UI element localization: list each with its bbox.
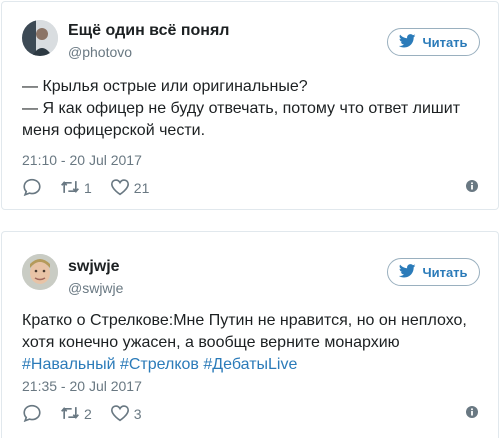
hashtag-link[interactable]: #ДебатыLive <box>203 356 297 373</box>
like-button[interactable]: 21 <box>110 178 150 199</box>
info-button[interactable] <box>464 406 480 422</box>
like-count: 21 <box>133 180 150 196</box>
tweet-card: swjwje @swjwje Читать Кратко о Стрелкове… <box>1 231 499 438</box>
tweet-text-line: — Я как офицер не буду отвечать, потому … <box>22 100 461 117</box>
tweet-text-line: — Крылья острые или оригинальные? <box>22 78 308 95</box>
info-icon <box>466 179 478 197</box>
reply-icon <box>22 404 42 425</box>
tweet-text-line: хотя конечно ужасен, а вообще верните мо… <box>22 334 400 351</box>
info-button[interactable] <box>464 180 480 196</box>
retweet-button[interactable]: 2 <box>60 404 92 425</box>
hashtag-link[interactable]: #Стрелков <box>120 356 199 373</box>
retweet-icon <box>60 404 80 425</box>
tweet-text: Кратко о Стрелкове:Мне Путин не нравится… <box>22 310 480 376</box>
hashtag-link[interactable]: #Навальный <box>22 356 116 373</box>
avatar[interactable] <box>22 20 58 56</box>
info-icon <box>466 405 478 423</box>
retweet-count: 2 <box>84 406 92 422</box>
retweet-button[interactable]: 1 <box>60 178 92 199</box>
timestamp[interactable]: 21:10 - 20 Jul 2017 <box>22 152 142 168</box>
like-button[interactable]: 3 <box>110 404 142 425</box>
tweet-text-line: меня офицерской чести. <box>22 122 206 139</box>
follow-button[interactable]: Читать <box>387 28 480 56</box>
follow-label: Читать <box>422 34 468 50</box>
reply-icon <box>22 178 42 199</box>
avatar[interactable] <box>22 254 58 290</box>
reply-button[interactable] <box>22 404 42 425</box>
tweet-text: — Крылья острые или оригинальные? — Я ка… <box>22 76 480 142</box>
heart-icon <box>110 404 130 425</box>
tweet-actions: 1 21 <box>22 178 480 198</box>
tweet-card: Ещё один всё понял @photovo Читать — Кры… <box>1 1 499 210</box>
heart-icon <box>110 178 130 199</box>
tweet-actions: 2 3 <box>22 404 480 424</box>
retweet-count: 1 <box>84 180 92 196</box>
like-count: 3 <box>133 406 142 422</box>
bird-icon <box>399 263 417 281</box>
display-name[interactable]: Ещё один всё понял <box>68 22 229 40</box>
bird-icon <box>399 33 417 51</box>
tweet-text-line: Кратко о Стрелкове:Мне Путин не нравится… <box>22 312 467 329</box>
display-name[interactable]: swjwje <box>68 258 120 276</box>
hashtag-line: #Навальный #Стрелков #ДебатыLive <box>22 354 480 376</box>
user-handle[interactable]: @swjwje <box>68 280 123 296</box>
follow-button[interactable]: Читать <box>387 258 480 286</box>
user-handle[interactable]: @photovo <box>68 44 132 60</box>
reply-button[interactable] <box>22 178 42 199</box>
timestamp[interactable]: 21:35 - 20 Jul 2017 <box>22 378 142 394</box>
retweet-icon <box>60 178 80 199</box>
follow-label: Читать <box>422 264 468 280</box>
